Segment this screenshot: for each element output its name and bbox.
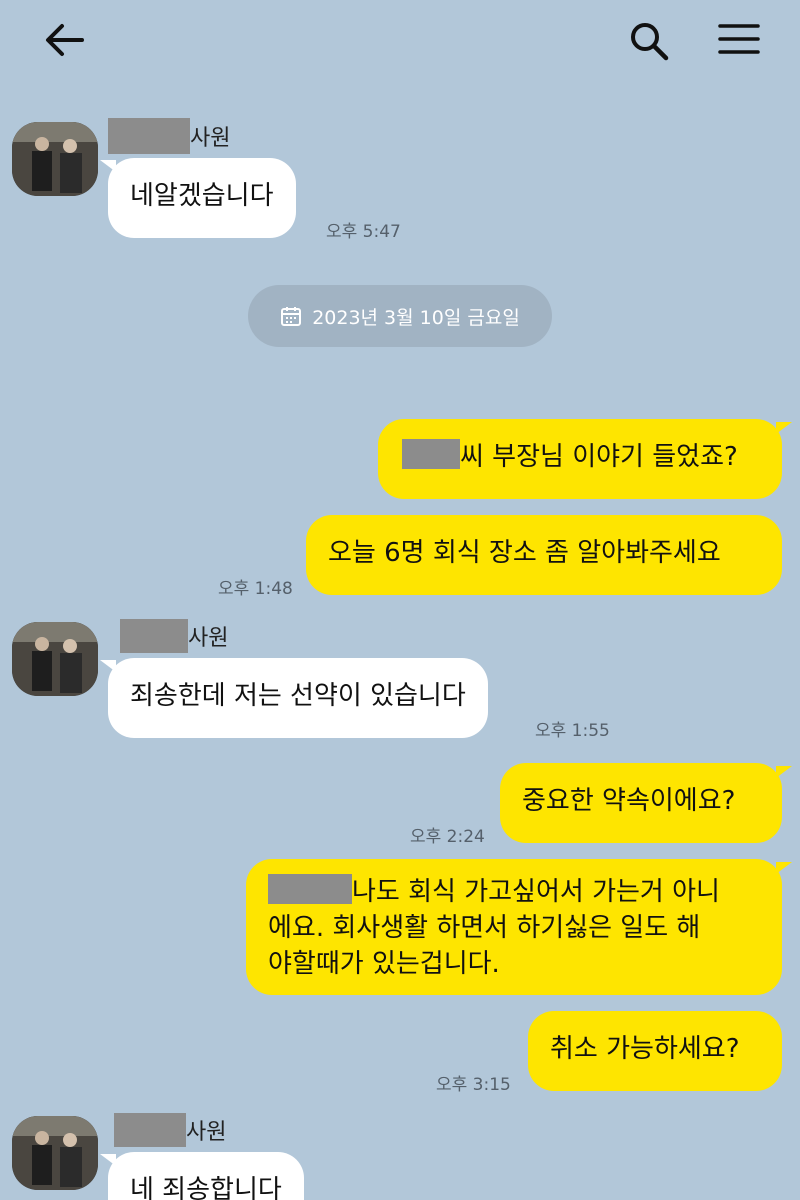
sender-name: 사원 [114,1112,226,1148]
message-text: 취소 가능하세요? [550,1034,740,1064]
message-bubble-sent[interactable]: 취소 가능하세요? [528,1011,782,1091]
message-text: 중요한 약속이에요? [522,786,736,816]
avatar[interactable] [12,122,98,196]
back-arrow-icon[interactable] [44,22,84,58]
message-line: 야할때가 있는겁니다. [268,949,500,979]
message-bubble-received[interactable]: 네 죄송합니다 [108,1152,304,1200]
message-bubble-sent[interactable]: 씨 부장님 이야기 들었죠? [378,419,782,499]
redacted-name [120,619,188,653]
redacted-name [402,439,460,469]
date-text: 2023년 3월 10일 금요일 [312,306,520,329]
date-divider: 2023년 3월 10일 금요일 [248,285,552,347]
search-icon[interactable] [628,20,672,62]
sender-name-suffix: 사원 [188,626,229,651]
message-time: 오후 3:15 [436,1075,511,1095]
message-text: 네알겠습니다 [130,181,274,211]
message-text: 나도 회식 가고싶어서 가는거 아니 [352,877,720,907]
redacted-name [114,1113,186,1147]
redacted-name [268,874,352,904]
avatar-photo [12,1116,98,1190]
message-text: 네 죄송합니다 [130,1175,282,1200]
sender-name-suffix: 사원 [186,1120,227,1145]
calendar-icon [281,307,302,326]
message-time: 오후 1:48 [218,579,293,599]
hamburger-menu-icon[interactable] [718,22,760,56]
message-text: 오늘 6명 회식 장소 좀 알아봐주세요 [328,538,721,568]
message-time: 오후 2:24 [410,827,485,847]
avatar-photo [12,122,98,196]
message-bubble-sent[interactable]: 중요한 약속이에요? [500,763,782,843]
message-bubble-sent[interactable]: 나도 회식 가고싶어서 가는거 아니 에요. 회사생활 하면서 하기싫은 일도 … [246,859,782,995]
message-time: 오후 1:55 [535,721,610,741]
message-bubble-received[interactable]: 네알겠습니다 [108,158,296,238]
redacted-name [108,118,190,154]
avatar-photo [12,622,98,696]
message-bubble-received[interactable]: 죄송한데 저는 선약이 있습니다 [108,658,488,738]
message-bubble-sent[interactable]: 오늘 6명 회식 장소 좀 알아봐주세요 [306,515,782,595]
message-time: 오후 5:47 [326,222,401,242]
avatar[interactable] [12,1116,98,1190]
sender-name-suffix: 사원 [190,126,231,151]
sender-name: 사원 [120,618,228,654]
sender-name: 사원 [108,118,230,154]
message-text: 죄송한데 저는 선약이 있습니다 [130,681,466,711]
avatar[interactable] [12,622,98,696]
message-text: 씨 부장님 이야기 들었죠? [460,442,738,472]
